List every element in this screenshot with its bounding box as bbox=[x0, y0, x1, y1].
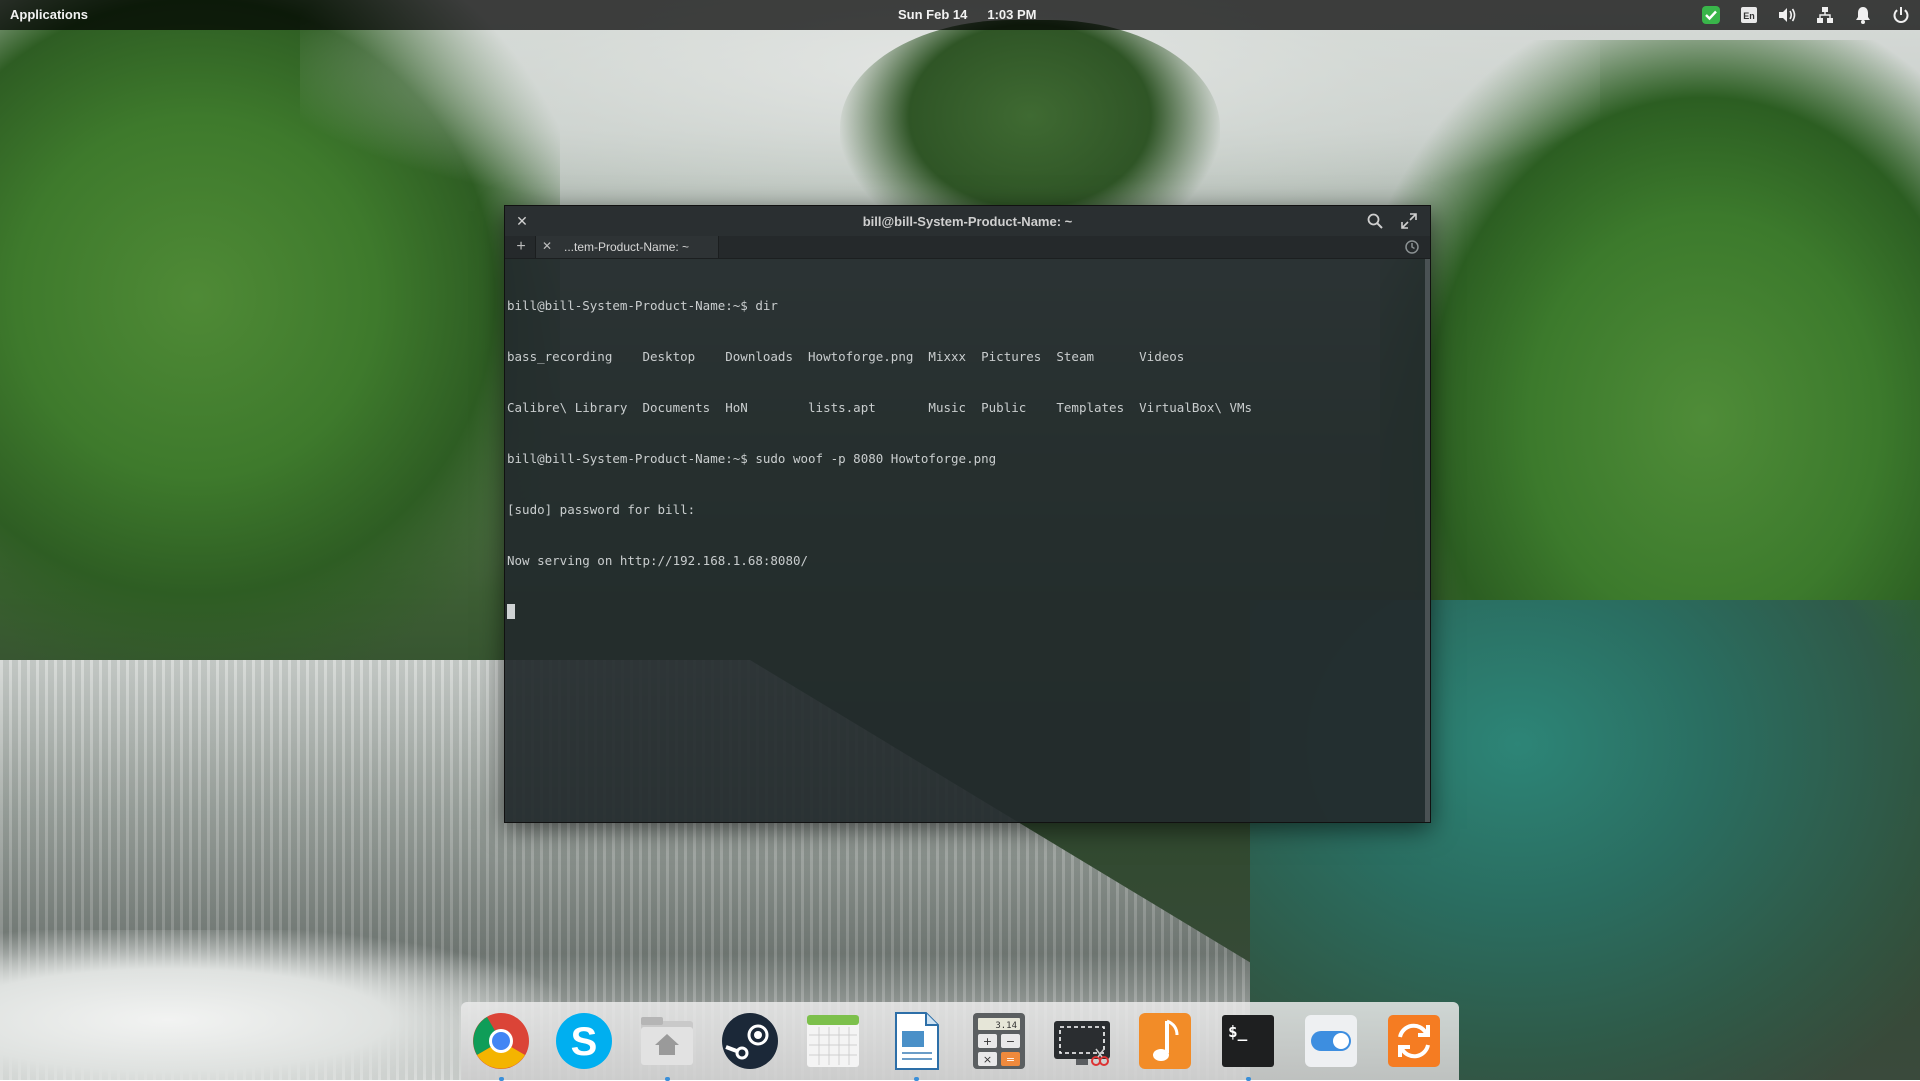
terminal-line: bill@bill-System-Product-Name:~$ sudo wo… bbox=[507, 451, 997, 466]
calendar-icon bbox=[807, 1015, 859, 1067]
keyboard-layout-icon[interactable]: En bbox=[1738, 4, 1760, 26]
scrollbar-thumb[interactable] bbox=[1425, 259, 1430, 822]
dock-updates[interactable] bbox=[1384, 1009, 1444, 1073]
history-icon[interactable] bbox=[1404, 239, 1420, 255]
tab-label: ...tem-Product-Name: ~ bbox=[564, 240, 690, 254]
running-indicator bbox=[499, 1077, 504, 1081]
maximize-icon[interactable] bbox=[1400, 212, 1418, 230]
terminal-window: ✕ bill@bill-System-Product-Name: ~ + ✕ .… bbox=[504, 205, 1431, 823]
steam-icon bbox=[722, 1013, 778, 1069]
calculator-display: 3.14 bbox=[995, 1021, 1017, 1031]
svg-text:S: S bbox=[571, 1020, 598, 1064]
running-indicator bbox=[914, 1077, 919, 1081]
terminal-icon-prompt: $_ bbox=[1228, 1022, 1248, 1041]
terminal-titlebar[interactable]: ✕ bill@bill-System-Product-Name: ~ bbox=[505, 206, 1430, 237]
svg-text:=: = bbox=[1006, 1053, 1015, 1066]
text-cursor bbox=[507, 604, 515, 619]
terminal-window-title: bill@bill-System-Product-Name: ~ bbox=[862, 214, 1073, 229]
dock-skype[interactable]: S bbox=[554, 1009, 614, 1073]
power-icon[interactable] bbox=[1890, 4, 1912, 26]
toggle-switch-icon bbox=[1305, 1015, 1357, 1067]
search-icon[interactable] bbox=[1366, 212, 1384, 230]
indicator-area: En bbox=[1700, 4, 1912, 26]
clock-date: Sun Feb 14 bbox=[898, 7, 968, 22]
dock-steam[interactable] bbox=[720, 1009, 780, 1073]
terminal-line: bass_recording Desktop Downloads Howtofo… bbox=[507, 349, 1185, 364]
screenshot-icon bbox=[1054, 1021, 1110, 1066]
terminal-line: bill@bill-System-Product-Name:~$ dir bbox=[507, 298, 778, 313]
terminal-tabbar: + ✕ ...tem-Product-Name: ~ bbox=[505, 236, 1430, 259]
folder-home-icon bbox=[641, 1017, 693, 1065]
dock-settings[interactable] bbox=[1301, 1009, 1361, 1073]
svg-text:−: − bbox=[1006, 1035, 1015, 1048]
tab-terminal[interactable]: ✕ ...tem-Product-Name: ~ bbox=[535, 236, 719, 258]
terminal-icon: $_ bbox=[1222, 1015, 1274, 1067]
skype-icon: S bbox=[556, 1013, 612, 1069]
terminal-line: Now serving on http://192.168.1.68:8080/ bbox=[507, 553, 809, 568]
notifications-icon[interactable] bbox=[1852, 4, 1874, 26]
new-tab-icon[interactable]: + bbox=[513, 237, 529, 257]
svg-text:+: + bbox=[983, 1035, 992, 1048]
running-indicator bbox=[665, 1077, 670, 1081]
dock-items: S 3.14 + − × = $_ bbox=[471, 1002, 1444, 1081]
dock-music[interactable] bbox=[1135, 1009, 1195, 1073]
security-check-icon[interactable] bbox=[1700, 4, 1722, 26]
running-indicator bbox=[1246, 1077, 1251, 1081]
close-tab-icon[interactable]: ✕ bbox=[542, 239, 552, 253]
terminal-line: [sudo] password for bill: bbox=[507, 502, 696, 517]
terminal-output[interactable]: bill@bill-System-Product-Name:~$ dir bas… bbox=[505, 259, 1424, 822]
dock-chrome[interactable] bbox=[471, 1009, 531, 1081]
chrome-icon bbox=[473, 1013, 529, 1069]
terminal-line: Calibre\ Library Documents HoN lists.apt… bbox=[507, 400, 1253, 415]
svg-text:×: × bbox=[983, 1053, 992, 1066]
dock-screenshot[interactable] bbox=[1052, 1009, 1112, 1073]
music-note-icon bbox=[1139, 1013, 1191, 1069]
terminal-scrollbar[interactable] bbox=[1425, 259, 1430, 822]
volume-icon[interactable] bbox=[1776, 4, 1798, 26]
dock: S 3.14 + − × = $_ bbox=[461, 1002, 1459, 1081]
dock-document-viewer[interactable] bbox=[886, 1009, 946, 1081]
update-icon bbox=[1388, 1015, 1440, 1067]
panel-clock[interactable]: Sun Feb 14 1:03 PM bbox=[898, 7, 1037, 22]
applications-menu-button[interactable]: Applications bbox=[10, 7, 88, 22]
clock-time: 1:03 PM bbox=[987, 7, 1037, 22]
calculator-icon: 3.14 + − × = bbox=[973, 1013, 1025, 1069]
terminal-cursor-line bbox=[507, 603, 1424, 620]
dock-calendar[interactable] bbox=[803, 1009, 863, 1073]
document-icon bbox=[895, 1012, 939, 1070]
keyboard-layout-label: En bbox=[1743, 11, 1755, 21]
dock-calculator[interactable]: 3.14 + − × = bbox=[969, 1009, 1029, 1073]
dock-files[interactable] bbox=[637, 1009, 697, 1081]
top-panel: Applications Sun Feb 14 1:03 PM En bbox=[0, 0, 1920, 30]
network-icon[interactable] bbox=[1814, 4, 1836, 26]
dock-terminal[interactable]: $_ bbox=[1218, 1009, 1278, 1081]
